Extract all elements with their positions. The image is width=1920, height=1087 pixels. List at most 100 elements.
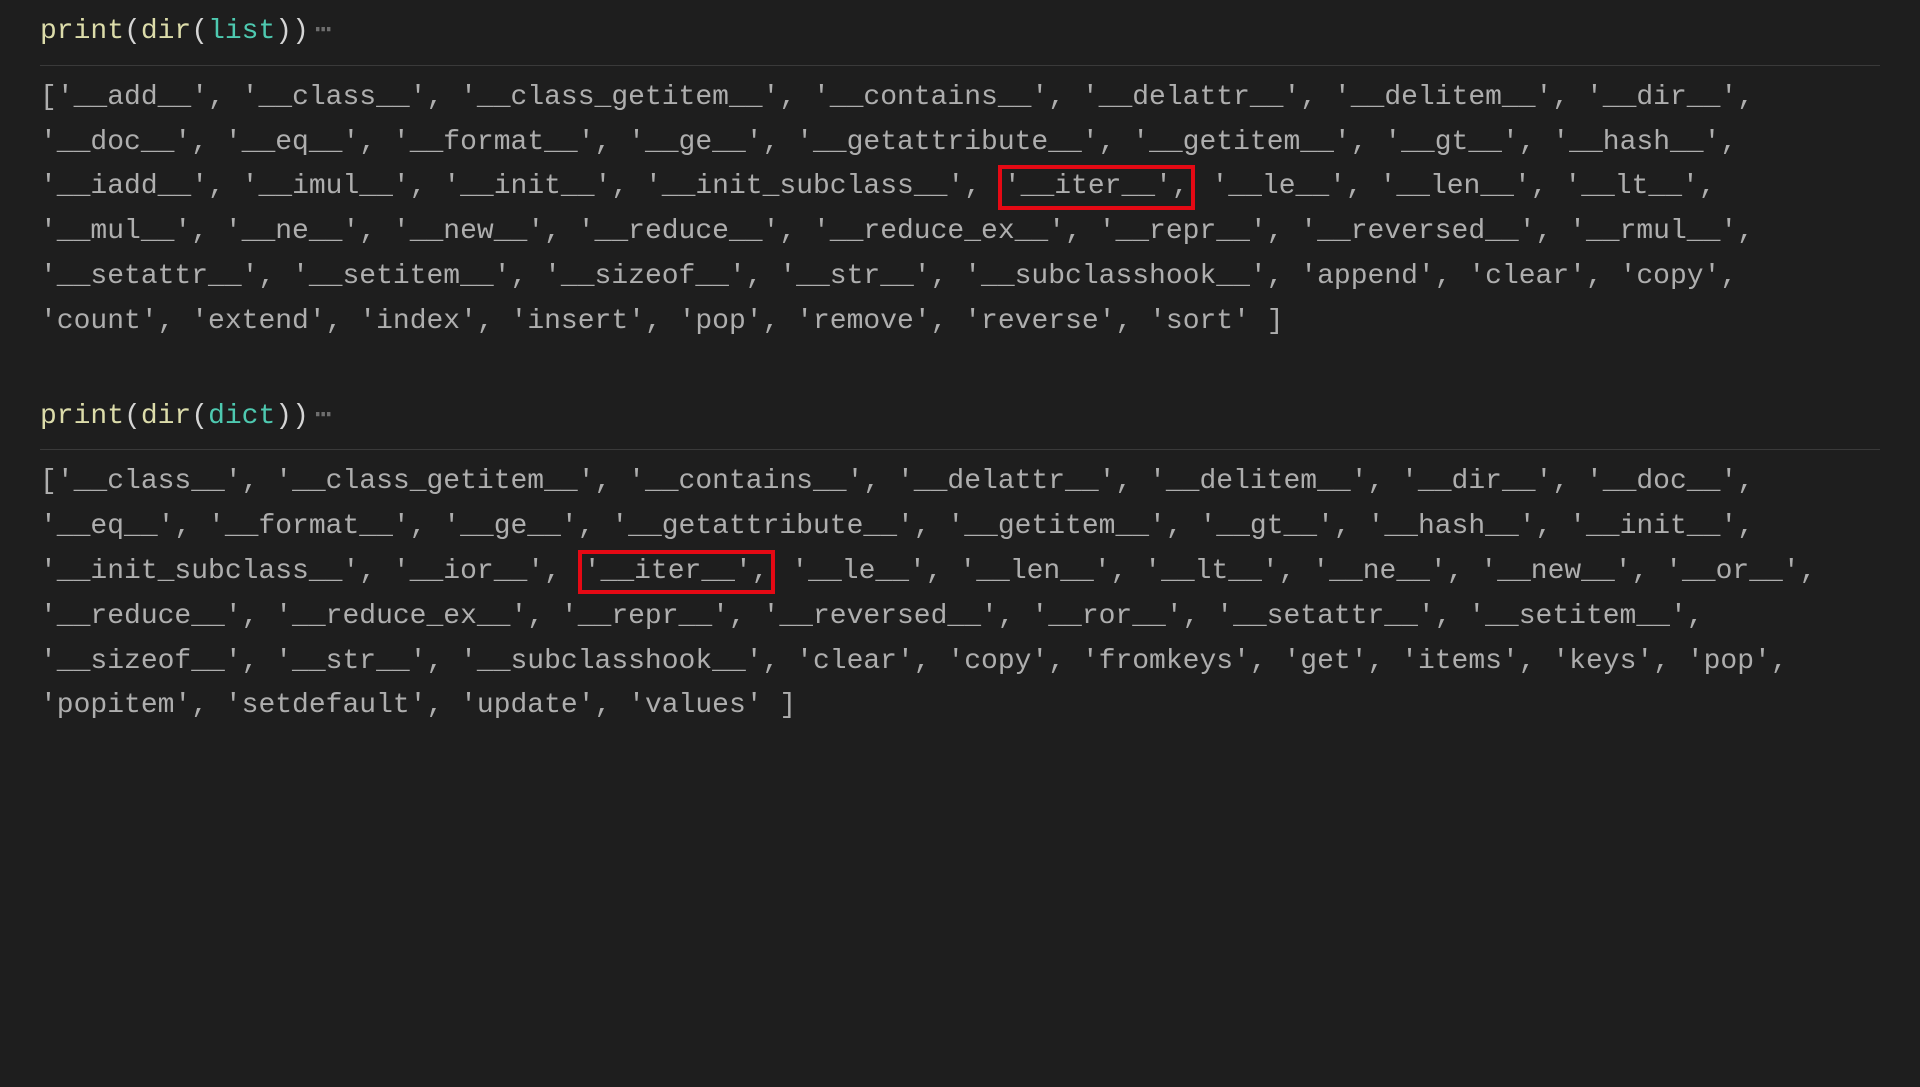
list-item: '__le__', bbox=[1212, 171, 1363, 202]
list-item: 'pop', bbox=[679, 306, 780, 337]
list-item: 'copy', bbox=[947, 646, 1065, 677]
list-item: 'get', bbox=[1284, 646, 1385, 677]
list-item: '__str__', bbox=[779, 261, 947, 292]
list-item: '__mul__', bbox=[40, 216, 208, 247]
list-item: '__len__', bbox=[1380, 171, 1548, 202]
list-item: '__sizeof__', bbox=[40, 646, 258, 677]
list-item: 'remove', bbox=[796, 306, 947, 337]
code-token-paren: ( bbox=[124, 401, 141, 432]
list-item: 'fromkeys', bbox=[1082, 646, 1267, 677]
code-token-arg: list bbox=[208, 16, 275, 47]
list-item: 'clear', bbox=[1468, 261, 1602, 292]
code-input-line[interactable]: print(dir(list))⋯ bbox=[40, 0, 1880, 66]
list-item: '__doc__', bbox=[40, 127, 208, 158]
list-item: 'count', bbox=[40, 306, 174, 337]
list-item: '__subclasshook__', bbox=[460, 646, 779, 677]
list-item: '__hash__', bbox=[1552, 127, 1737, 158]
code-token-paren: ) bbox=[275, 16, 292, 47]
list-item: 'update', bbox=[460, 690, 611, 721]
list-item: '__new__', bbox=[393, 216, 561, 247]
code-token-dir: dir bbox=[141, 16, 191, 47]
list-item: '__contains__', bbox=[813, 82, 1065, 113]
list-item: 'reverse', bbox=[964, 306, 1132, 337]
list-item: '__eq__', bbox=[225, 127, 376, 158]
code-token-paren: ( bbox=[191, 16, 208, 47]
list-item: '__setattr__', bbox=[40, 261, 275, 292]
list-item: '__gt__', bbox=[1384, 127, 1535, 158]
list-item: '__delattr__', bbox=[897, 466, 1132, 497]
code-token-paren: ( bbox=[191, 401, 208, 432]
list-item: '__iter__', bbox=[998, 171, 1195, 202]
list-item: 'index', bbox=[359, 306, 493, 337]
list-item: '__init__', bbox=[443, 171, 628, 202]
code-token-arg: dict bbox=[208, 401, 275, 432]
list-item: '__iter__', bbox=[578, 556, 775, 587]
list-item: '__sizeof__', bbox=[544, 261, 762, 292]
fold-icon[interactable]: ⋯ bbox=[315, 395, 333, 440]
code-token-print: print bbox=[40, 401, 124, 432]
list-item: '__reduce_ex__', bbox=[813, 216, 1082, 247]
list-item: '__class__', bbox=[57, 466, 259, 497]
list-item: '__gt__', bbox=[1199, 511, 1350, 542]
list-item: '__ne__', bbox=[225, 216, 376, 247]
list-item: '__eq__', bbox=[40, 511, 191, 542]
list-item: '__repr__', bbox=[561, 601, 746, 632]
list-item: '__format__', bbox=[393, 127, 611, 158]
list-item: '__init_subclass__', bbox=[40, 556, 376, 587]
list-item: '__class__', bbox=[242, 82, 444, 113]
list-item: '__getitem__', bbox=[947, 511, 1182, 542]
list-item: '__str__', bbox=[275, 646, 443, 677]
list-item: 'clear', bbox=[796, 646, 930, 677]
list-item: 'keys', bbox=[1552, 646, 1670, 677]
output-cell-2: ['__class__', '__class_getitem__', '__co… bbox=[40, 450, 1880, 769]
list-item: '__setitem__', bbox=[1468, 601, 1703, 632]
list-item: '__lt__', bbox=[1564, 171, 1715, 202]
list-item: '__reversed__', bbox=[1300, 216, 1552, 247]
list-item: '__init__', bbox=[1569, 511, 1754, 542]
list-item: 'items', bbox=[1401, 646, 1535, 677]
list-item: '__iadd__', bbox=[40, 171, 225, 202]
fold-icon[interactable]: ⋯ bbox=[315, 10, 333, 55]
code-token-paren: ( bbox=[124, 16, 141, 47]
code-token-paren: ) bbox=[292, 16, 309, 47]
list-item: '__dir__', bbox=[1401, 466, 1569, 497]
code-input-line[interactable]: print(dir(dict))⋯ bbox=[40, 385, 1880, 451]
list-item: '__setitem__', bbox=[292, 261, 527, 292]
list-item: 'copy', bbox=[1620, 261, 1738, 292]
list-item: '__reduce__', bbox=[578, 216, 796, 247]
list-item: 'popitem', bbox=[40, 690, 208, 721]
output-bracket: ] bbox=[1267, 306, 1284, 337]
list-item: '__ge__', bbox=[443, 511, 594, 542]
highlight-box: '__iter__', bbox=[578, 550, 775, 594]
output-bracket: [ bbox=[40, 82, 57, 113]
code-cell-1: print(dir(list))⋯ ['__add__', '__class__… bbox=[0, 0, 1920, 385]
list-item: '__add__', bbox=[57, 82, 225, 113]
code-token-paren: ) bbox=[275, 401, 292, 432]
list-item: '__le__', bbox=[791, 556, 942, 587]
list-item: '__reduce__', bbox=[40, 601, 258, 632]
list-item: 'pop', bbox=[1687, 646, 1788, 677]
list-item: 'insert', bbox=[511, 306, 662, 337]
list-item: '__reversed__', bbox=[763, 601, 1015, 632]
list-item: '__getattribute__', bbox=[796, 127, 1115, 158]
list-item: '__format__', bbox=[208, 511, 426, 542]
output-cell-1: ['__add__', '__class__', '__class_getite… bbox=[40, 66, 1880, 385]
list-item: '__rmul__', bbox=[1569, 216, 1754, 247]
code-token-print: print bbox=[40, 16, 124, 47]
list-item: '__dir__', bbox=[1586, 82, 1754, 113]
list-item: '__reduce_ex__', bbox=[275, 601, 544, 632]
list-item: '__imul__', bbox=[242, 171, 427, 202]
code-cell-2: print(dir(dict))⋯ ['__class__', '__class… bbox=[0, 385, 1920, 770]
list-item: '__repr__', bbox=[1099, 216, 1284, 247]
list-item: '__delattr__', bbox=[1082, 82, 1317, 113]
list-item: 'extend', bbox=[191, 306, 342, 337]
list-item: '__hash__', bbox=[1368, 511, 1553, 542]
list-item: '__subclasshook__', bbox=[964, 261, 1283, 292]
list-item: '__class_getitem__', bbox=[275, 466, 611, 497]
list-item: '__getitem__', bbox=[1132, 127, 1367, 158]
list-item: '__doc__', bbox=[1586, 466, 1754, 497]
list-item: 'append', bbox=[1300, 261, 1451, 292]
list-item: '__delitem__', bbox=[1334, 82, 1569, 113]
list-item: '__len__', bbox=[959, 556, 1127, 587]
output-bracket: ] bbox=[779, 690, 796, 721]
